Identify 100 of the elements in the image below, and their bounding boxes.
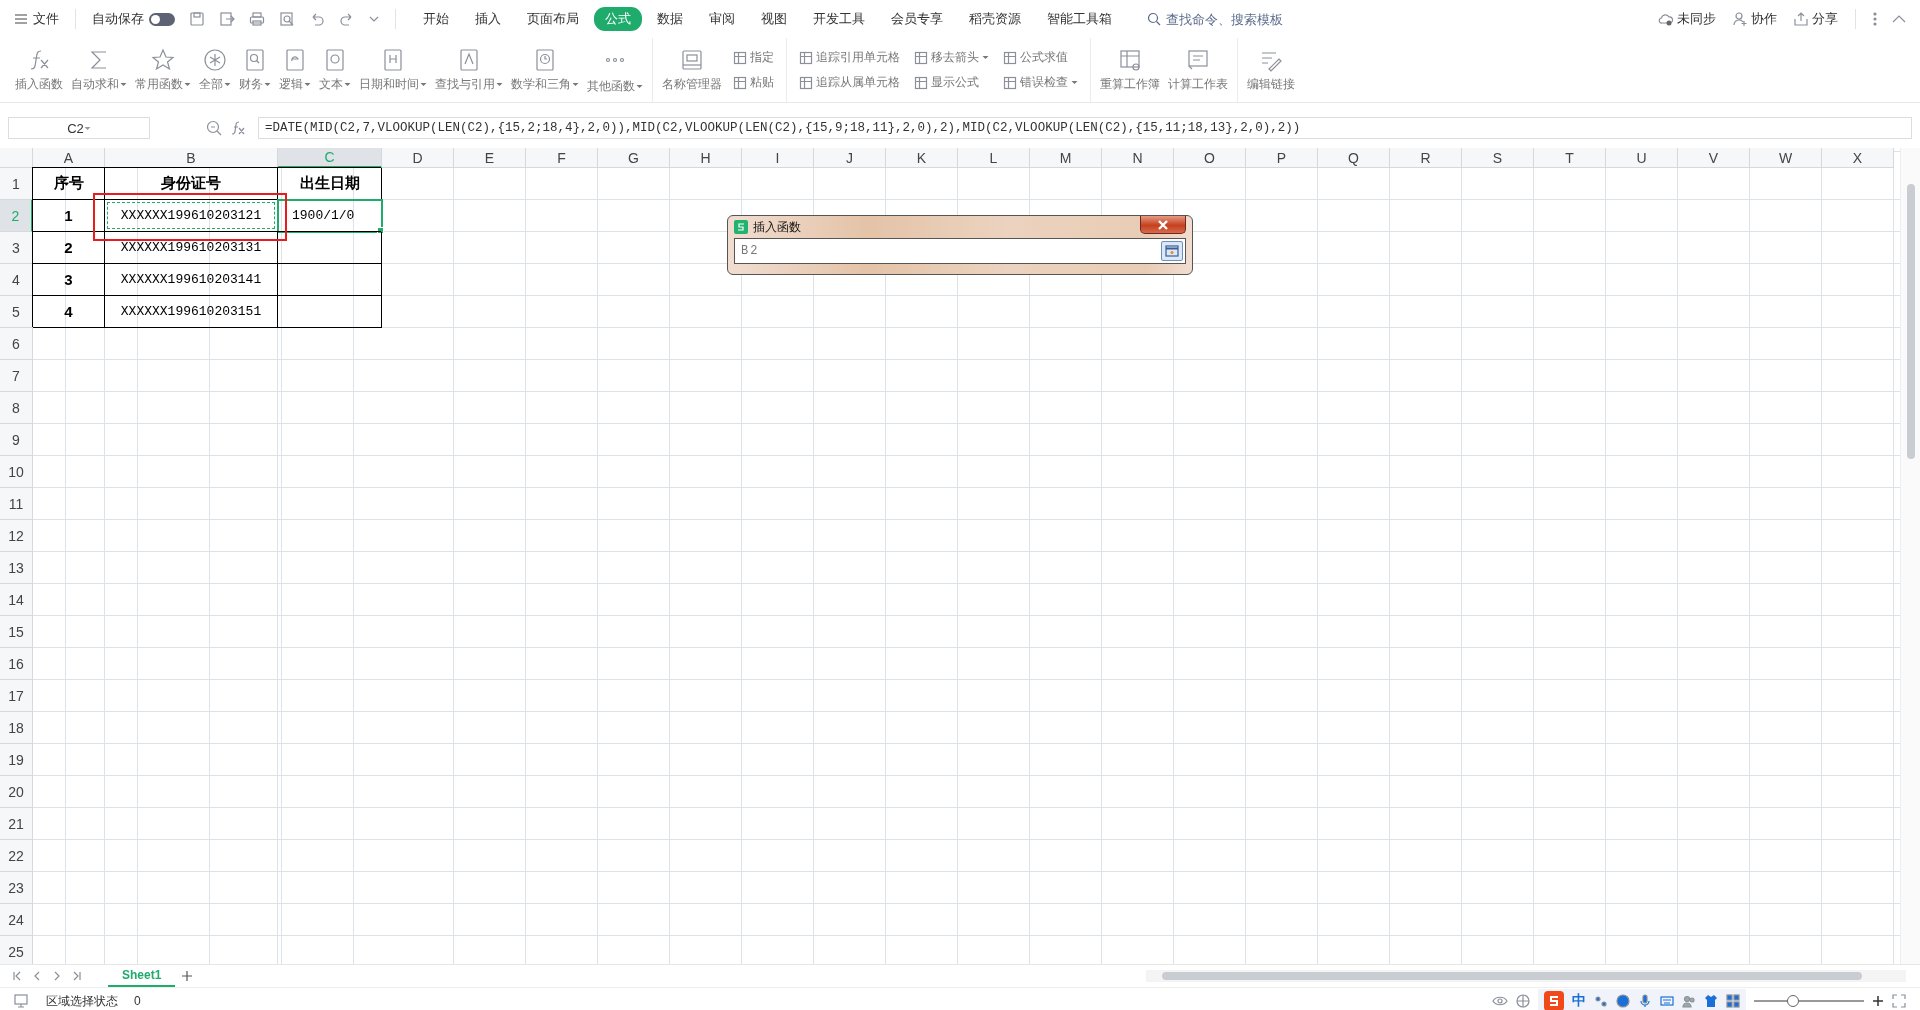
row-header[interactable]: 16 — [0, 648, 33, 680]
column-header[interactable]: T — [1534, 148, 1606, 168]
row-header[interactable]: 10 — [0, 456, 33, 488]
column-header[interactable]: P — [1246, 148, 1318, 168]
row-header[interactable]: 5 — [0, 296, 33, 328]
row-header[interactable]: 18 — [0, 712, 33, 744]
row-header[interactable]: 4 — [0, 264, 33, 296]
column-header[interactable]: H — [670, 148, 742, 168]
emoji-icon[interactable] — [1616, 994, 1630, 1008]
column-header[interactable]: Q — [1318, 148, 1390, 168]
shirt-icon[interactable] — [1704, 994, 1718, 1008]
toolbar-button[interactable]: 分享 — [1788, 8, 1843, 30]
ribbon-button[interactable]: 编辑链接 — [1244, 38, 1298, 102]
input-method-logo-icon[interactable] — [1544, 991, 1564, 1010]
vertical-scrollbar[interactable] — [1900, 148, 1920, 964]
row-header[interactable]: 23 — [0, 872, 33, 904]
ribbon-button[interactable]: 追踪引用单元格 — [797, 48, 902, 67]
ribbon-button[interactable]: 粘贴 — [731, 73, 776, 92]
people-icon[interactable] — [1682, 994, 1696, 1008]
more-options-icon[interactable] — [1872, 12, 1878, 26]
ribbon-tab[interactable]: 开发工具 — [802, 7, 876, 31]
fullscreen-icon[interactable] — [1892, 994, 1906, 1008]
column-header[interactable]: L — [958, 148, 1030, 168]
row-header[interactable]: 25 — [0, 936, 33, 964]
row-header[interactable]: 6 — [0, 328, 33, 360]
row-header[interactable]: 21 — [0, 808, 33, 840]
ribbon-tab[interactable]: 会员专享 — [880, 7, 954, 31]
ribbon-tab[interactable]: 稻壳资源 — [958, 7, 1032, 31]
ribbon-tab[interactable]: 数据 — [646, 7, 694, 31]
add-icon[interactable] — [181, 970, 194, 982]
globe-icon[interactable] — [1516, 994, 1530, 1008]
row-header[interactable]: 3 — [0, 232, 33, 264]
column-header[interactable]: E — [454, 148, 526, 168]
row-header[interactable]: 11 — [0, 488, 33, 520]
ribbon-tab[interactable]: 视图 — [750, 7, 798, 31]
ribbon-tab[interactable]: 审阅 — [698, 7, 746, 31]
ribbon-button[interactable]: 指定 — [731, 48, 776, 67]
punctuation-icon[interactable] — [1594, 994, 1608, 1008]
column-header[interactable]: M — [1030, 148, 1102, 168]
eye-icon[interactable] — [1492, 995, 1508, 1007]
autosave-toggle[interactable]: 自动保存 — [88, 6, 179, 32]
first-sheet-icon[interactable] — [12, 971, 22, 981]
slider-thumb[interactable] — [1786, 995, 1799, 1007]
ribbon-button[interactable]: 其他函数 — [584, 38, 646, 102]
column-header[interactable]: F — [526, 148, 598, 168]
row-header[interactable]: 22 — [0, 840, 33, 872]
ribbon-button[interactable]: 日期和时间 — [356, 38, 430, 102]
zoom-icon[interactable] — [206, 120, 222, 136]
close-button[interactable] — [1140, 216, 1186, 234]
keyboard-icon[interactable] — [1660, 994, 1674, 1008]
row-header[interactable]: 24 — [0, 904, 33, 936]
column-header[interactable]: A — [33, 148, 105, 168]
ribbon-tab[interactable]: 页面布局 — [516, 7, 590, 31]
column-header[interactable]: W — [1750, 148, 1822, 168]
column-header[interactable]: X — [1822, 148, 1894, 168]
more-icon[interactable] — [369, 14, 379, 24]
row-header[interactable]: 17 — [0, 680, 33, 712]
row-header[interactable]: 8 — [0, 392, 33, 424]
ribbon-button[interactable]: 财务 — [236, 38, 274, 102]
ribbon-button[interactable]: 重算工作簿 — [1097, 38, 1163, 102]
ribbon-button[interactable]: 移去箭头 — [912, 48, 991, 67]
save-icon[interactable] — [189, 11, 205, 27]
next-sheet-icon[interactable] — [52, 971, 62, 981]
ribbon-button[interactable]: 公式求值 — [1001, 48, 1080, 67]
horizontal-scrollbar[interactable] — [1146, 970, 1906, 982]
ribbon-button[interactable]: 计算工作表 — [1165, 38, 1231, 102]
column-header[interactable]: B — [105, 148, 278, 168]
ribbon-tab[interactable]: 插入 — [464, 7, 512, 31]
ribbon-button[interactable]: 错误检查 — [1001, 73, 1080, 92]
column-header[interactable]: O — [1174, 148, 1246, 168]
file-menu[interactable]: 文件 — [10, 6, 63, 32]
expand-button[interactable] — [1161, 241, 1183, 261]
ribbon-button[interactable]: 逻辑 — [276, 38, 314, 102]
column-header[interactable]: N — [1102, 148, 1174, 168]
input-mode-label[interactable]: 中 — [1572, 992, 1586, 1010]
ribbon-button[interactable]: 查找与引用 — [432, 38, 506, 102]
row-header[interactable]: 15 — [0, 616, 33, 648]
column-header[interactable]: R — [1390, 148, 1462, 168]
preview-icon[interactable] — [279, 11, 295, 27]
ribbon-button[interactable]: 自动求和 — [68, 38, 130, 102]
print-icon[interactable] — [249, 11, 265, 27]
microphone-icon[interactable] — [1638, 994, 1652, 1008]
reference-field[interactable]: B2 — [734, 238, 1186, 264]
collapse-icon[interactable] — [1892, 14, 1906, 24]
column-header[interactable]: D — [382, 148, 454, 168]
previous-sheet-icon[interactable] — [32, 971, 42, 981]
fill-handle[interactable] — [377, 227, 384, 234]
column-header[interactable]: U — [1606, 148, 1678, 168]
toolbar-button[interactable]: 协作 — [1727, 8, 1782, 30]
ribbon-button[interactable]: 显示公式 — [912, 73, 991, 92]
column-header[interactable]: V — [1678, 148, 1750, 168]
search-field[interactable]: 查找命令、搜索模板 — [1147, 10, 1308, 28]
row-header[interactable]: 14 — [0, 584, 33, 616]
grid-icon[interactable] — [1726, 994, 1740, 1008]
ribbon-button[interactable]: 名称管理器 — [659, 38, 725, 102]
row-header[interactable]: 13 — [0, 552, 33, 584]
row-header[interactable]: 19 — [0, 744, 33, 776]
ribbon-tab[interactable]: 开始 — [412, 7, 460, 31]
row-header[interactable]: 12 — [0, 520, 33, 552]
ribbon-button[interactable]: 全部 — [196, 38, 234, 102]
